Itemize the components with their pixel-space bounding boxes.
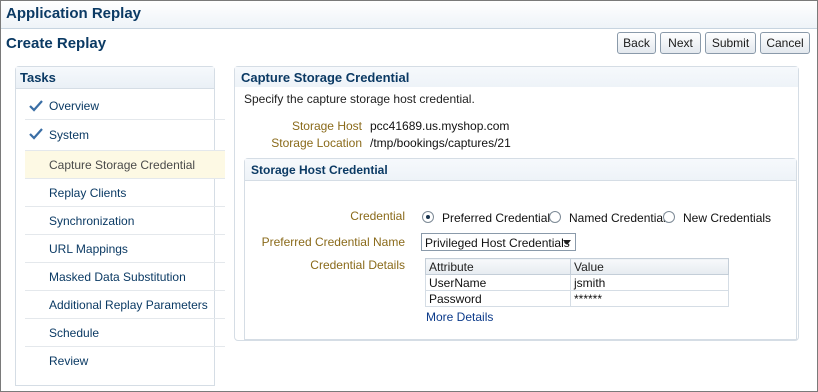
storage-host-value: pcc41689.us.myshop.com (370, 119, 510, 133)
table-cell: jsmith (570, 274, 729, 291)
chevron-down-icon (563, 240, 571, 245)
back-button[interactable]: Back (617, 32, 656, 54)
page-title: Create Replay (6, 35, 107, 52)
storage-host-label: Storage Host (291, 119, 362, 133)
credential-section-header: Storage Host Credential (245, 159, 796, 181)
more-details-link[interactable]: More Details (426, 310, 493, 324)
task-item-capture-storage-credential[interactable]: Capture Storage Credential (25, 151, 225, 179)
submit-button[interactable]: Submit (705, 32, 756, 54)
task-label: Capture Storage Credential (49, 157, 196, 172)
preferred-credential-radio[interactable] (422, 211, 434, 223)
select-value: Privileged Host Credentials (425, 236, 570, 250)
instruction-text: Specify the capture storage host credent… (244, 92, 475, 106)
task-label: Masked Data Substitution (49, 269, 186, 284)
task-label: Additional Replay Parameters (49, 297, 208, 312)
next-button[interactable]: Next (660, 32, 701, 54)
column-header-attribute: Attribute (425, 258, 571, 275)
table-row: UserName jsmith (425, 274, 729, 291)
app-header: Application Replay (1, 1, 817, 29)
named-credential-label: Named Credential (569, 211, 666, 225)
task-item-masked-data-substitution[interactable]: Masked Data Substitution (25, 263, 225, 291)
named-credential-radio[interactable] (549, 211, 561, 223)
task-item-synchronization[interactable]: Synchronization (25, 207, 225, 235)
column-header-value: Value (570, 258, 729, 275)
task-item-replay-clients[interactable]: Replay Clients (25, 179, 225, 207)
table-cell: Password (425, 290, 571, 307)
task-list: Overview System Capture Storage Credenti… (25, 92, 225, 375)
task-item-url-mappings[interactable]: URL Mappings (25, 235, 225, 263)
preferred-credential-name-select[interactable]: Privileged Host Credentials (421, 233, 576, 251)
credential-section-title: Storage Host Credential (251, 163, 388, 177)
main-header: Capture Storage Credential (235, 67, 798, 87)
task-item-overview[interactable]: Overview (25, 92, 225, 120)
tasks-title: Tasks (20, 70, 56, 85)
credential-details-table: Attribute Value UserName jsmith Password… (425, 258, 729, 307)
storage-location-value: /tmp/bookings/captures/21 (370, 136, 511, 150)
credential-label: Credential (350, 209, 405, 223)
preferred-credential-name-label: Preferred Credential Name (261, 235, 405, 249)
table-header-row: Attribute Value (425, 258, 729, 275)
task-label: Review (49, 354, 89, 368)
new-credentials-radio[interactable] (663, 211, 675, 223)
task-item-review[interactable]: Review (25, 347, 225, 375)
preferred-credential-label: Preferred Credential (442, 211, 551, 225)
storage-location-label: Storage Location (271, 136, 362, 150)
section-title: Capture Storage Credential (241, 70, 410, 85)
task-item-system[interactable]: System (25, 120, 225, 151)
table-row: Password ****** (425, 290, 729, 307)
table-cell: ****** (570, 290, 729, 307)
tasks-header: Tasks (16, 67, 214, 89)
task-label: URL Mappings (49, 241, 128, 256)
task-label: Overview (49, 98, 100, 113)
check-icon (29, 100, 43, 112)
check-icon (29, 128, 43, 140)
task-item-additional-replay-parameters[interactable]: Additional Replay Parameters (25, 291, 225, 319)
app-title: Application Replay (6, 5, 142, 22)
task-label: System (49, 128, 90, 142)
cancel-button[interactable]: Cancel (760, 32, 810, 54)
task-label: Replay Clients (49, 185, 127, 200)
credential-details-label: Credential Details (310, 258, 405, 272)
table-cell: UserName (425, 274, 571, 291)
task-label: Synchronization (49, 213, 135, 228)
new-credentials-label: New Credentials (683, 211, 772, 225)
task-label: Schedule (49, 325, 100, 340)
task-item-schedule[interactable]: Schedule (25, 319, 225, 347)
